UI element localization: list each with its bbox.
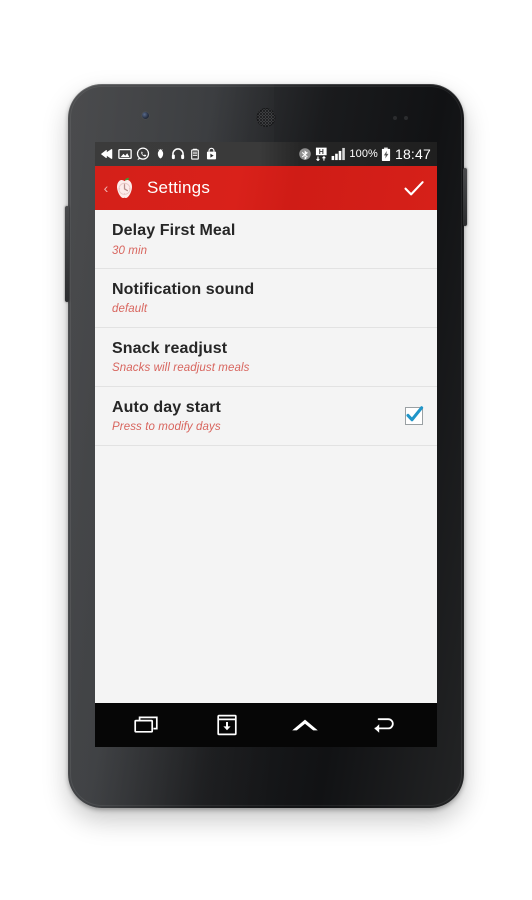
phone-device-frame: H 100% 18:47 ‹ Settings Delay First Meal… [65,84,467,808]
list-empty-area [95,445,437,703]
volume-rocker-button[interactable] [65,206,69,302]
recents-button[interactable] [128,710,168,740]
list-item[interactable]: Delay First Meal 30 min [95,210,437,269]
back-button[interactable] [364,710,404,740]
fruit-notification-icon [157,149,164,159]
preference-texts: Auto day start Press to modify days [112,398,395,435]
power-button[interactable] [463,168,467,226]
signal-bars-icon [331,147,346,161]
home-button[interactable] [285,710,325,740]
preference-texts: Notification sound default [112,280,423,317]
system-navigation-bar [95,703,437,747]
list-item[interactable]: Snack readjust Snacks will readjust meal… [95,327,437,387]
preference-title: Snack readjust [112,339,228,357]
preference-widget [405,406,424,426]
battery-app-icon [191,148,199,160]
download-arrow-icon [101,149,113,159]
phone-screen: H 100% 18:47 ‹ Settings Delay First Meal… [95,142,437,747]
preference-title: Auto day start [112,398,221,416]
status-bar-system-icons: H 100% 18:47 [298,147,431,162]
headphones-icon [171,148,185,160]
preference-summary: Press to modify days [112,421,221,434]
preference-title: Notification sound [112,280,255,298]
back-arrow-icon [374,718,394,733]
svg-text:H: H [319,148,324,155]
earpiece-speaker-icon [256,108,276,127]
battery-percent-label: 100% [349,147,378,160]
home-icon [292,719,319,731]
gallery-photo-icon [118,148,132,160]
play-store-bag-icon [206,147,217,160]
whatsapp-icon [136,147,150,161]
download-box-icon [217,714,237,736]
settings-list: Delay First Meal 30 min Notification sou… [95,210,437,703]
checkbox-check-icon [406,406,424,422]
apple-clock-logo [117,177,132,198]
checkmark-icon [404,181,424,196]
front-camera-icon [142,112,149,119]
page-title: Settings [147,178,211,197]
recents-icon [134,716,158,733]
list-item[interactable]: Auto day start Press to modify days [95,386,437,446]
save-button[interactable] [207,710,247,740]
proximity-sensor-icon [393,116,408,120]
preference-title: Delay First Meal [112,222,236,239]
battery-charging-icon [381,147,391,161]
network-type-icon: H [316,147,328,161]
preference-summary: Snacks will readjust meals [112,362,250,375]
up-caret-icon[interactable]: ‹ [102,181,110,195]
preference-summary: 30 min [112,244,148,257]
bluetooth-icon [299,148,312,160]
preference-summary: default [112,303,148,316]
preference-texts: Snack readjust Snacks will readjust meal… [112,339,423,376]
action-bar: ‹ Settings [95,166,437,210]
status-bar-notification-icons [100,147,298,161]
confirm-checkmark-button[interactable] [401,175,427,201]
status-bar-clock: 18:47 [394,146,431,162]
status-bar: H 100% 18:47 [95,142,437,166]
list-item[interactable]: Notification sound default [95,268,437,328]
preference-texts: Delay First Meal 30 min [112,221,423,258]
auto-day-start-checkbox[interactable] [405,406,424,426]
